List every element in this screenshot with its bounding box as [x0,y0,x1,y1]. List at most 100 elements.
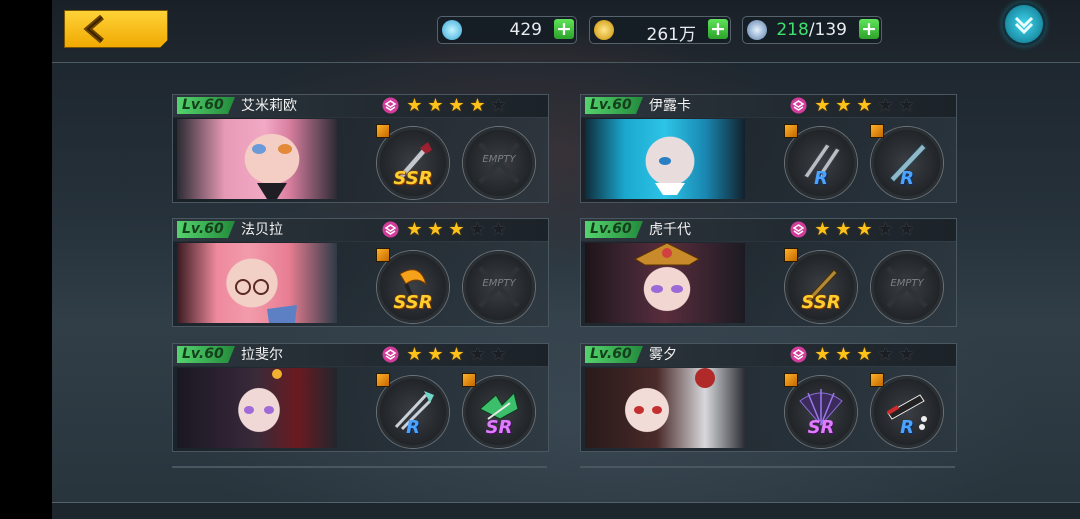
back-button[interactable] [64,10,168,48]
star-empty-icon: ★ [898,95,915,116]
hero-name: 法贝拉 [241,222,283,238]
hero-card[interactable]: Lv.60 艾米莉欧 ★ ★ ★ ★ ★ SSR EMPTY [172,94,549,203]
star-filled-icon: ★ [406,219,423,240]
hero-card-body: R SR [172,366,549,452]
weapon-slot[interactable]: R [376,373,449,448]
add-stamina-button[interactable]: + [859,19,879,39]
star-rating: ★ ★ ★ ★ ★ [813,96,918,116]
star-empty-icon: ★ [490,344,507,365]
weapon-rarity: SSR [393,292,433,313]
hero-card[interactable]: Lv.60 伊露卡 ★ ★ ★ ★ ★ R R [580,94,957,203]
star-filled-icon: ★ [427,219,444,240]
hero-portrait [585,368,745,448]
weapon-slot-empty[interactable]: EMPTY [463,251,535,323]
hero-portrait [585,119,745,199]
star-filled-icon: ★ [448,219,465,240]
star-filled-icon: ★ [835,344,852,365]
gold-counter: 261万 + [589,16,731,45]
star-filled-icon: ★ [814,219,831,240]
hero-card[interactable]: Lv.60 雾夕 ★ ★ ★ ★ ★ SR R [580,343,957,452]
hero-level: Lv.60 [177,97,235,114]
weapon-rarity: SSR [393,168,433,189]
weapon-rarity: SR [485,417,513,438]
star-filled-icon: ★ [856,344,873,365]
hero-level: Lv.60 [177,221,235,238]
stamina-counter: 218/139 + [742,16,882,44]
hero-level: Lv.60 [585,97,643,114]
weapon-rarity: R [900,168,914,189]
weapon-rarity: R [900,417,914,438]
star-empty-icon: ★ [490,219,507,240]
rank-badge-icon [382,97,399,114]
weapon-slot[interactable]: SR [462,373,535,448]
hero-name: 拉斐尔 [241,347,283,363]
weapon-slot[interactable]: SSR [784,248,857,323]
stamina-value: 218/139 [776,20,847,40]
hero-name: 虎千代 [649,222,691,238]
star-filled-icon: ★ [835,95,852,116]
empty-label: EMPTY [482,154,516,165]
star-filled-icon: ★ [427,344,444,365]
hero-portrait [585,243,745,323]
star-filled-icon: ★ [448,344,465,365]
hero-card-body: SSR EMPTY [172,117,549,203]
weapon-rarity: SR [807,417,835,438]
weapon-slot[interactable]: SR [784,373,857,448]
rank-badge-icon [790,346,807,363]
star-empty-icon: ★ [898,219,915,240]
star-rating: ★ ★ ★ ★ ★ [813,220,918,240]
back-arrow-icon [83,15,104,43]
star-filled-icon: ★ [835,219,852,240]
hero-card[interactable]: Lv.60 法贝拉 ★ ★ ★ ★ ★ SSR EMPTY [172,218,549,327]
diamond-icon [442,20,462,40]
hero-portrait [177,243,337,323]
hero-card-header: Lv.60 拉斐尔 ★ ★ ★ ★ ★ [172,343,549,367]
star-empty-icon: ★ [469,344,486,365]
star-rating: ★ ★ ★ ★ ★ [405,220,510,240]
hero-level: Lv.60 [177,346,235,363]
weapon-slot[interactable]: SSR [376,248,449,323]
hero-card[interactable]: Lv.60 拉斐尔 ★ ★ ★ ★ ★ R SR [172,343,549,452]
star-empty-icon: ★ [877,219,894,240]
weapon-slot-empty[interactable]: EMPTY [871,251,943,323]
weapon-slot-empty[interactable]: EMPTY [463,127,535,199]
bottom-bar [52,502,1080,519]
weapon-slot[interactable]: R [784,124,857,199]
star-filled-icon: ★ [856,95,873,116]
star-rating: ★ ★ ★ ★ ★ [813,345,918,365]
hero-level: Lv.60 [585,346,643,363]
add-diamond-button[interactable]: + [554,19,574,39]
empty-label: EMPTY [482,278,516,289]
weapon-slot[interactable]: SSR [376,124,449,199]
star-filled-icon: ★ [856,219,873,240]
hero-card-header: Lv.60 艾米莉欧 ★ ★ ★ ★ ★ [172,94,549,118]
hero-card-header: Lv.60 法贝拉 ★ ★ ★ ★ ★ [172,218,549,242]
star-filled-icon: ★ [814,95,831,116]
star-rating: ★ ★ ★ ★ ★ [405,96,510,116]
chevron-down-icon [1014,16,1034,35]
weapon-slot[interactable]: R [870,373,943,448]
empty-label: EMPTY [890,278,924,289]
menu-dropdown-button[interactable] [1005,5,1043,43]
star-empty-icon: ★ [469,219,486,240]
star-filled-icon: ★ [448,95,465,116]
row-divider [172,466,547,468]
hero-card-body: R R [580,117,957,203]
hero-name: 艾米莉欧 [241,98,297,114]
hero-card[interactable]: Lv.60 虎千代 ★ ★ ★ ★ ★ SSR EMPTY [580,218,957,327]
star-filled-icon: ★ [814,344,831,365]
star-filled-icon: ★ [406,95,423,116]
hero-card-header: Lv.60 伊露卡 ★ ★ ★ ★ ★ [580,94,957,118]
row-divider [580,466,955,468]
star-empty-icon: ★ [490,95,507,116]
star-empty-icon: ★ [877,344,894,365]
star-empty-icon: ★ [898,344,915,365]
rank-badge-icon [790,221,807,238]
diamond-counter: 429 + [437,16,577,44]
hero-name: 伊露卡 [649,98,691,114]
add-gold-button[interactable]: + [708,19,728,39]
rank-badge-icon [382,221,399,238]
hero-portrait [177,119,337,199]
weapon-slot[interactable]: R [870,124,943,199]
top-bar: 429 + 261万 + 218/139 + [52,0,1080,60]
